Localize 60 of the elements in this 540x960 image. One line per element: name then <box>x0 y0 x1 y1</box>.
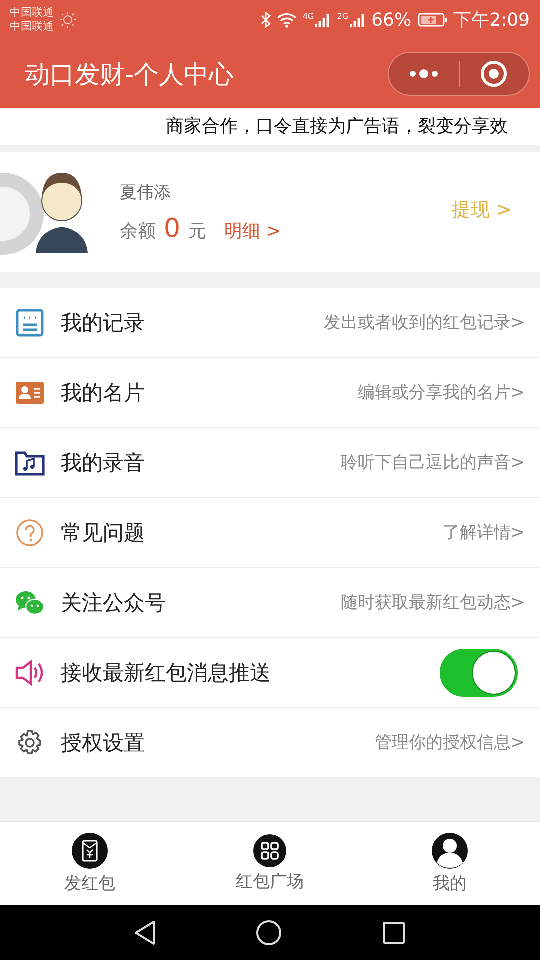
toggle-switch[interactable] <box>440 648 518 696</box>
announcement-text: 商家合作，口令直接为广告语，裂变分享效 <box>165 115 509 139</box>
battery-level: 66% <box>372 10 412 30</box>
tab-label: 我的 <box>433 873 467 895</box>
question-icon <box>16 518 44 546</box>
tab-item[interactable]: 我的 <box>360 822 540 905</box>
recents-button[interactable] <box>382 920 406 944</box>
menu-label: 关注公众号 <box>61 590 167 616</box>
envelope-icon <box>71 832 109 870</box>
chat-bubbles-icon <box>15 590 45 616</box>
currency-unit: 元 <box>188 220 207 242</box>
menu-hint: 编辑或分享我的名片> <box>358 382 525 404</box>
menu-item[interactable]: 我的记录 发出或者收到的红包记录> <box>0 288 540 358</box>
bluetooth-icon <box>260 12 271 28</box>
menu-label: 我的名片 <box>61 380 146 406</box>
more-icon <box>408 69 440 79</box>
music-folder-icon <box>15 450 45 476</box>
page-title: 动口发财-个人中心 <box>25 58 236 90</box>
carrier-name: 中国联通 <box>10 20 54 34</box>
list-icon <box>16 308 44 336</box>
menu-label: 我的录音 <box>61 450 146 476</box>
close-icon <box>480 60 508 88</box>
menu-hint: 随时获取最新红包动态> <box>340 592 525 614</box>
menu-hint: 发出或者收到的红包记录> <box>324 312 525 334</box>
user-name: 夏伟添 <box>120 182 172 204</box>
tab-item[interactable]: 红包广场 <box>180 822 360 905</box>
balance-amount: 0 <box>164 214 181 244</box>
menu-item[interactable]: 我的名片 编辑或分享我的名片> <box>0 358 540 428</box>
tab-label: 发红包 <box>64 873 116 895</box>
wifi-icon <box>276 12 297 28</box>
menu-item[interactable]: 授权设置 管理你的授权信息> <box>0 708 540 778</box>
clock-time: 下午2:09 <box>454 9 530 32</box>
grid-icon <box>253 834 287 868</box>
balance-label: 余额 <box>120 220 156 242</box>
speaker-icon <box>15 658 45 686</box>
menu-item[interactable]: 常见问题 了解详情> <box>0 498 540 568</box>
home-button[interactable] <box>256 920 282 946</box>
menu-hint: 聆听下自己逗比的声音> <box>340 452 525 474</box>
network-type: 2G <box>337 12 349 21</box>
signal-icon <box>315 12 332 28</box>
tab-label: 红包广场 <box>236 871 304 893</box>
signal-icon <box>350 12 366 28</box>
carrier-name: 中国联通 <box>10 6 54 20</box>
menu-item[interactable]: 我的录音 聆听下自己逗比的声音> <box>0 428 540 498</box>
menu-item[interactable]: 关注公众号 随时获取最新红包动态> <box>0 568 540 638</box>
menu-hint: 了解详情> <box>442 522 525 544</box>
sun-icon <box>60 12 76 28</box>
details-link[interactable]: 明细 > <box>224 218 282 242</box>
tab-item[interactable]: 发红包 <box>0 822 180 905</box>
battery-icon <box>418 12 448 28</box>
network-type: 4G <box>302 12 314 21</box>
menu-hint: 管理你的授权信息> <box>374 732 525 754</box>
menu-label: 接收最新红包消息推送 <box>61 660 272 686</box>
menu-label: 常见问题 <box>61 520 146 546</box>
back-button[interactable] <box>134 920 156 946</box>
user-icon <box>431 832 469 870</box>
menu-label: 授权设置 <box>61 730 146 756</box>
contact-card-icon <box>16 382 44 404</box>
menu-label: 我的记录 <box>61 310 146 336</box>
settings-icon <box>16 728 44 756</box>
